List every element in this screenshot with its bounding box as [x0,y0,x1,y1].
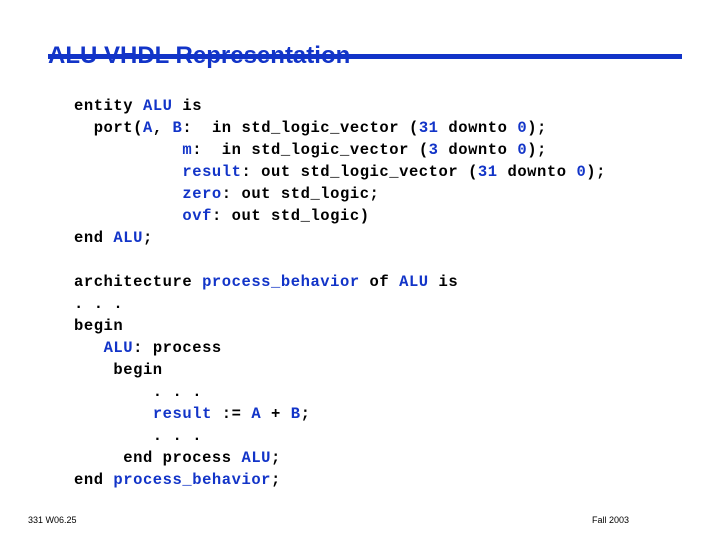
code-text: : out std_logic; [221,184,380,203]
code-text: . . . [74,294,124,313]
code-text: end [74,228,114,247]
code-text: ; [271,470,281,489]
code-text: downto [438,140,518,159]
line-process-label: ALU: process [74,337,606,359]
code-text: is [172,96,203,115]
code-text: : process [133,338,222,357]
code-text: : in std_logic_vector ( [182,118,419,137]
code-identifier: process_behavior [202,272,360,291]
line-end-alu: end ALU; [74,227,606,249]
code-text: ; [271,448,281,467]
line-end-process: end process ALU; [74,447,606,469]
footer-left-text: 331 W06.25 [28,515,77,525]
code-identifier: 0 [517,118,528,137]
code-text: : in std_logic_vector ( [192,140,429,159]
code-text: ); [527,140,547,159]
code-identifier: 0 [576,162,587,181]
line-begin-arch: begin [74,315,606,337]
line-port-ovf: ovf: out std_logic) [74,205,606,227]
code-text: is [428,272,459,291]
code-identifier: ALU [399,272,429,291]
code-identifier: A [251,404,262,423]
code-identifier: zero [182,184,222,203]
line-entity: entity ALU is [74,95,606,117]
line-begin-process: begin [74,359,606,381]
code-identifier: ovf [182,206,212,225]
code-text: end process [74,448,242,467]
line-blank-1 [74,249,606,271]
code-text: end [74,470,114,489]
code-identifier: ALU [142,96,173,115]
line-port-a-b: port(A, B: in std_logic_vector (31 downt… [74,117,606,139]
code-text: ; [142,228,153,247]
code-identifier: B [290,404,301,423]
code-text: begin [74,316,124,335]
line-ellipsis-3: . . . [74,425,606,447]
code-identifier: 0 [517,140,528,159]
code-identifier: m [182,140,193,159]
code-text: downto [438,118,518,137]
code-identifier: 31 [418,118,439,137]
code-identifier: B [172,118,183,137]
code-text: ; [300,404,311,423]
line-port-zero: zero: out std_logic; [74,183,606,205]
line-ellipsis-2: . . . [74,381,606,403]
footer-right-text: Fall 2003 [592,515,630,525]
vhdl-code-block: entity ALU is port(A, B: in std_logic_ve… [74,95,606,491]
code-text: : out std_logic) [211,206,370,225]
code-identifier: ALU [103,338,134,357]
code-text: . . . [74,426,203,445]
line-assign-result: result := A + B; [74,403,606,425]
code-text: entity [74,96,143,115]
code-text: ); [527,118,547,137]
code-identifier: ALU [241,448,272,467]
code-identifier: 31 [477,162,498,181]
line-end-architecture: end process_behavior; [74,469,606,491]
code-text: architecture [74,272,203,291]
code-text: : out std_logic_vector ( [241,162,478,181]
line-port-result: result: out std_logic_vector (31 downto … [74,161,606,183]
code-text: , [152,118,173,137]
code-identifier: A [142,118,153,137]
slide: ALU VHDL Representation entity ALU is po… [0,0,720,540]
line-port-m: m: in std_logic_vector (3 downto 0); [74,139,606,161]
code-text: downto [497,162,577,181]
code-text: of [359,272,400,291]
code-text: begin [74,360,163,379]
code-text: . . . [74,382,203,401]
line-architecture: architecture process_behavior of ALU is [74,271,606,293]
title-underline-rule [48,54,682,59]
code-text: port( [74,118,143,137]
code-text: := [211,404,252,423]
code-identifier: ALU [113,228,143,247]
code-identifier: process_behavior [113,470,272,489]
code-text: ); [586,162,606,181]
code-identifier: 3 [428,140,439,159]
line-ellipsis-1: . . . [74,293,606,315]
code-identifier: result [152,404,212,423]
code-text: + [261,404,291,423]
code-identifier: result [182,162,242,181]
